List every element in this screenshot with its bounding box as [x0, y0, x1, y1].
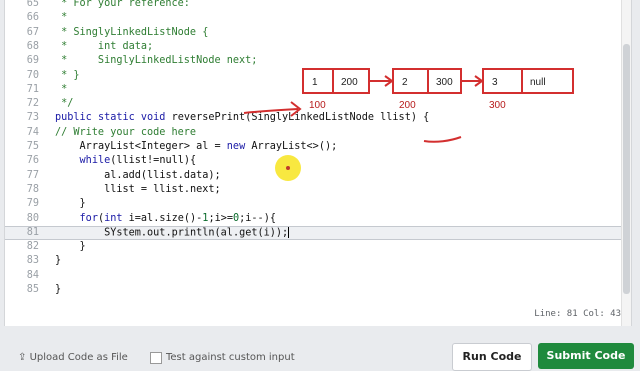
editor-scrollbar[interactable]	[621, 0, 631, 326]
code-text[interactable]: for(int i=al.size()-1;i>=0;i--){	[55, 212, 276, 226]
code-text[interactable]: * SinglyLinkedListNode next;	[55, 54, 257, 68]
code-line[interactable]: 71 *	[5, 83, 631, 97]
line-number: 85	[26, 284, 39, 295]
code-line[interactable]: 74 // Write your code here	[5, 126, 631, 140]
code-line[interactable]: 70 * }	[5, 69, 631, 83]
code-line[interactable]: 84	[5, 269, 631, 283]
line-number: 66	[26, 12, 39, 24]
code-line[interactable]: 77 al.add(llist.data);	[5, 169, 631, 183]
code-line[interactable]: 67 * SinglyLinkedListNode {	[5, 26, 631, 40]
line-number: 80	[26, 212, 39, 224]
upload-code-link[interactable]: ⇪ Upload Code as File	[18, 352, 128, 363]
code-text[interactable]: public static void reversePrint(SinglyLi…	[55, 111, 429, 125]
line-number: 77	[26, 169, 39, 181]
code-line[interactable]: 69 * SinglyLinkedListNode next;	[5, 54, 631, 68]
line-number: 73	[26, 112, 39, 124]
code-line[interactable]: 66 *	[5, 11, 631, 25]
custom-input-label: Test against custom input	[166, 352, 295, 363]
code-line[interactable]: 78 llist = llist.next;	[5, 183, 631, 197]
code-text[interactable]: *	[55, 11, 67, 25]
line-number: 76	[26, 155, 39, 167]
code-line[interactable]: 79 }	[5, 197, 631, 211]
line-number: 82	[26, 241, 39, 253]
upload-label: Upload Code as File	[29, 352, 128, 363]
code-line[interactable]: 80 for(int i=al.size()-1;i>=0;i--){	[5, 212, 631, 226]
code-text[interactable]: }	[55, 254, 61, 268]
line-number: 67	[26, 26, 39, 38]
line-number: 81	[26, 226, 39, 238]
code-text[interactable]: }	[55, 283, 61, 297]
code-line[interactable]: 65 * For your reference:	[5, 0, 631, 11]
code-line[interactable]: 72 */	[5, 97, 631, 111]
code-line[interactable]: 75 ArrayList<Integer> al = new ArrayList…	[5, 140, 631, 154]
code-text[interactable]: * For your reference:	[55, 0, 190, 11]
line-number: 69	[26, 55, 39, 67]
code-text[interactable]: llist = llist.next;	[55, 183, 221, 197]
code-text[interactable]: al.add(llist.data);	[55, 169, 221, 183]
code-line[interactable]: 85}	[5, 283, 631, 297]
text-cursor	[288, 226, 290, 238]
code-line[interactable]: 73 public static void reversePrint(Singly…	[5, 111, 631, 125]
line-number: 83	[26, 255, 39, 267]
submit-code-button[interactable]: Submit Code	[538, 343, 634, 369]
code-text[interactable]: * SinglyLinkedListNode {	[55, 26, 208, 40]
code-text[interactable]: * int data;	[55, 40, 153, 54]
line-number: 74	[26, 126, 39, 138]
line-number: 65	[26, 0, 39, 9]
code-line[interactable]: 83}	[5, 254, 631, 268]
scrollbar-thumb[interactable]	[623, 44, 630, 294]
code-text[interactable]: SYstem.out.println(al.get(i));	[55, 226, 290, 240]
line-number: 68	[26, 40, 39, 52]
code-line[interactable]: 76 while(llist!=null){	[5, 154, 631, 168]
code-text[interactable]: */	[55, 97, 73, 111]
code-line[interactable]: 68 * int data;	[5, 40, 631, 54]
line-number: 70	[26, 69, 39, 81]
code-editor[interactable]: 65 * For your reference: 66 * 67 * SinglyL…	[4, 0, 632, 327]
code-text[interactable]: // Write your code here	[55, 126, 196, 140]
code-line[interactable]: 82 }	[5, 240, 631, 254]
line-number: 75	[26, 141, 39, 152]
line-number: 78	[26, 183, 39, 195]
line-number: 71	[26, 83, 39, 95]
line-number: 72	[26, 98, 39, 110]
code-text[interactable]: *	[55, 83, 67, 97]
line-number: 84	[26, 269, 39, 281]
line-number: 79	[26, 198, 39, 210]
code-text[interactable]: }	[55, 197, 86, 211]
code-text[interactable]: }	[55, 240, 86, 254]
code-line[interactable]: 81 SYstem.out.println(al.get(i));	[5, 225, 631, 240]
cursor-position-status: Line: 81 Col: 43	[534, 309, 621, 319]
code-text[interactable]: * }	[55, 69, 79, 83]
run-code-button[interactable]: Run Code	[452, 343, 532, 371]
custom-input-checkbox[interactable]	[150, 352, 162, 364]
code-text[interactable]: while(llist!=null){	[55, 154, 197, 168]
code-text[interactable]: ArrayList<Integer> al = new ArrayList<>(…	[55, 140, 338, 154]
